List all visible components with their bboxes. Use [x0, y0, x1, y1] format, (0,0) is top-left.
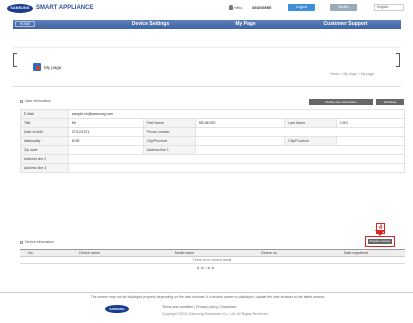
- table-row: Nationality KOR City/Province City/Provi…: [20, 136, 405, 146]
- value-email: sample.ch@samsung.com: [67, 109, 406, 119]
- no-result-message: There is no search result.: [20, 256, 405, 264]
- label-address-1: Address line 1: [142, 145, 196, 155]
- table-row: Address line 3: [20, 163, 406, 173]
- withdraw-button[interactable]: Withdraw: [376, 99, 404, 105]
- user-info-heading: User information: [25, 99, 51, 103]
- label-city: City/Province: [142, 136, 196, 146]
- corner-bracket-left: [13, 53, 17, 67]
- modify-button[interactable]: Modify: [330, 4, 357, 11]
- label-address-3: Address line 3: [20, 163, 69, 173]
- nav-customer-support[interactable]: Customer Support: [303, 20, 388, 29]
- corner-bracket-right: [396, 53, 400, 67]
- mypage-icon-accent: [36, 66, 40, 70]
- user-info-table: E-Mail sample.ch@samsung.com Title Mr Fi…: [20, 109, 406, 173]
- value-phone: [194, 127, 406, 137]
- value-address-1: [194, 145, 406, 155]
- value-city: [194, 136, 286, 146]
- value-dob: 07/12/1971: [67, 127, 144, 137]
- nav-home-button[interactable]: HOME: [15, 21, 35, 27]
- device-info-heading: Device information: [25, 240, 54, 244]
- logout-button[interactable]: Logout: [288, 4, 315, 11]
- samsung-logo[interactable]: SAMSUNG: [7, 4, 33, 13]
- value-last-name: CHO: [336, 118, 405, 128]
- footer-divider: [0, 292, 413, 293]
- label-email: E-Mail: [20, 109, 69, 119]
- label-dob: Date of birth: [20, 127, 69, 137]
- label-address-2: Address line 2: [20, 154, 69, 164]
- modify-user-info-button[interactable]: Modify user information: [309, 99, 373, 105]
- nav-my-page[interactable]: My Page: [218, 20, 273, 29]
- label-zip: Zip code: [20, 145, 69, 155]
- footer-links[interactable]: Terms and condition | Privacy policy | D…: [162, 305, 237, 309]
- value-city-2: [336, 136, 405, 146]
- section-bullet-icon: [20, 100, 23, 103]
- label-phone: Phone number: [142, 127, 196, 137]
- hello-label: Hello,: [234, 6, 243, 10]
- section-bullet-icon: [20, 241, 23, 244]
- copyright: Copyright ©2011 Samsung Electronics Co.,…: [162, 312, 269, 316]
- table-row: E-Mail sample.ch@samsung.com: [20, 109, 406, 119]
- value-address-3: [67, 163, 406, 173]
- table-row: Address line 2: [20, 154, 406, 164]
- footer-samsung-logo: SAMSUNG: [105, 305, 129, 313]
- page-title-area: [13, 47, 401, 87]
- value-zip: [67, 145, 144, 155]
- table-row: Title Mr First Name SEUNGEE Last Name CH…: [20, 118, 405, 128]
- nav-device-settings[interactable]: Device Settings: [108, 20, 193, 29]
- value-address-2: [67, 154, 406, 164]
- username: SEUNGEEE: [252, 6, 272, 10]
- register-device-button[interactable]: Register device: [368, 239, 392, 244]
- label-last-name: Last Name: [284, 118, 338, 128]
- language-select[interactable]: English: [374, 4, 404, 11]
- value-nationality: KOR: [67, 136, 144, 146]
- label-city-2: City/Province: [284, 136, 338, 146]
- browser-notice: The screen may not be displayed properly…: [90, 295, 326, 299]
- table-row: Date of birth 07/12/1971 Phone number: [20, 127, 406, 137]
- label-nationality: Nationality: [20, 136, 69, 146]
- value-title: Mr: [67, 118, 144, 128]
- breadcrumb: Home > My page > My page: [330, 72, 375, 76]
- page-title: My page: [44, 65, 62, 70]
- label-first-name: First Name: [142, 118, 196, 128]
- table-row: Zip code Address line 1: [20, 145, 406, 155]
- main-nav: HOME Device Settings My Page Customer Su…: [13, 20, 401, 29]
- value-first-name: SEUNGEE: [194, 118, 286, 128]
- brand-title: SMART APPLIANCE: [36, 5, 94, 11]
- label-title: Title: [20, 118, 69, 128]
- pagination[interactable]: ◀ ◀ 1 ▶ ▶: [196, 265, 215, 270]
- user-icon: [229, 5, 233, 10]
